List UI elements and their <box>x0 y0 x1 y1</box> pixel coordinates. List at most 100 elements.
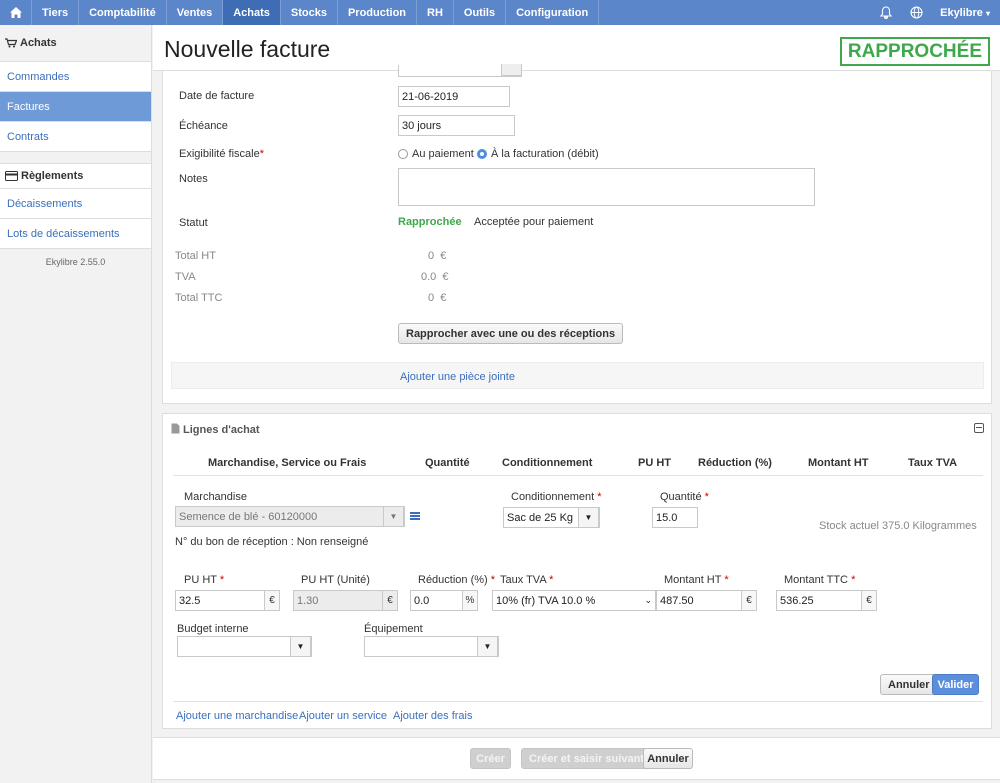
tva-value: 0.0 € <box>421 271 449 283</box>
packaging-label: Conditionnement * <box>511 491 602 503</box>
collapse-icon[interactable] <box>974 423 984 433</box>
sidebar-item-lots-decaissements[interactable]: Lots de décaissements <box>0 219 151 249</box>
sidebar-item-commandes[interactable]: Commandes <box>0 62 151 92</box>
chevron-down-icon[interactable]: ▼ <box>477 636 498 657</box>
tva-label: TVA <box>175 271 196 283</box>
user-name: Ekylibre <box>940 6 983 19</box>
purchase-lines-panel: Lignes d'achat Marchandise, Service ou F… <box>162 413 992 729</box>
total-ht-label: Total HT <box>175 250 216 262</box>
tax-radio-paiement[interactable]: Au paiement <box>398 148 474 160</box>
form-footer: Créer Créer et saisir suivant Annuler <box>153 737 1000 780</box>
pu-ht-label-text: PU HT <box>184 574 217 586</box>
vat-value: 10% (fr) TVA 10.0 % <box>496 594 596 607</box>
pu-unit-input: 1.30 <box>293 590 383 611</box>
list-icon[interactable] <box>410 512 420 521</box>
globe-icon[interactable] <box>901 0 932 25</box>
reconcile-button[interactable]: Rapprocher avec une ou des réceptions <box>398 323 624 344</box>
quantity-label: Quantité * <box>660 491 709 503</box>
required-marker: * <box>259 148 264 160</box>
notes-label: Notes <box>179 173 208 185</box>
lines-title: Lignes d'achat <box>171 423 260 436</box>
equipment-select[interactable]: ▼ <box>364 636 499 657</box>
amount-ht-label-text: Montant HT <box>664 574 722 586</box>
notes-textarea[interactable] <box>398 168 815 206</box>
nav-achats[interactable]: Achats <box>223 0 281 25</box>
vat-label-text: Taux TVA <box>500 574 547 586</box>
nav-rh[interactable]: RH <box>417 0 454 25</box>
add-product-link[interactable]: Ajouter une marchandise <box>176 710 298 722</box>
due-input[interactable]: 30 jours <box>398 115 515 136</box>
add-fees-link[interactable]: Ajouter des frais <box>393 710 472 722</box>
tax-label-text: Exigibilité fiscale <box>179 148 260 160</box>
invoice-date-input[interactable]: 21-06-2019 <box>398 86 510 107</box>
radio-dot-selected <box>477 149 487 159</box>
amount-ttc-input[interactable]: 536.25 <box>776 590 862 611</box>
sidebar-item-factures[interactable]: Factures <box>0 92 151 122</box>
invoice-form-panel: Date de facture 21-06-2019 Échéance 30 j… <box>162 64 992 404</box>
status-stamp: RAPPROCHÉE <box>839 37 990 66</box>
vat-label: Taux TVA * <box>500 574 553 586</box>
required-marker: * <box>851 574 856 586</box>
amount: 0 <box>428 250 435 262</box>
quantity-input[interactable]: 15.0 <box>652 507 698 528</box>
bell-icon[interactable] <box>870 0 901 25</box>
reduction-input[interactable]: 0.0 <box>410 590 463 611</box>
percent-addon: % <box>463 590 478 611</box>
currency-addon: € <box>265 590 280 611</box>
home-icon[interactable] <box>0 0 32 25</box>
reduction-label-text: Réduction (%) <box>418 574 488 586</box>
line-validate-button[interactable]: Valider <box>932 674 979 695</box>
product-select[interactable]: Semence de blé - 60120000 ▼ <box>175 506 405 527</box>
currency: € <box>440 292 447 304</box>
amount: 0 <box>428 292 435 304</box>
add-attachment-link[interactable]: Ajouter une pièce jointe <box>400 371 515 383</box>
tax-radio-facturation[interactable]: À la facturation (débit) <box>477 148 599 160</box>
packaging-select[interactable]: Sac de 25 Kg ▼ <box>503 507 600 528</box>
quantity-label-text: Quantité <box>660 491 702 503</box>
tax-label: Exigibilité fiscale* <box>179 148 264 160</box>
nav-stocks[interactable]: Stocks <box>281 0 338 25</box>
document-icon <box>171 423 180 434</box>
radio-label: Au paiement <box>412 148 474 160</box>
amount-ttc-label-text: Montant TTC <box>784 574 848 586</box>
chevron-down-icon[interactable]: ▼ <box>383 506 404 527</box>
user-menu[interactable]: Ekylibre ▾ <box>932 7 1000 19</box>
hidden-select[interactable] <box>398 64 522 77</box>
create-button[interactable]: Créer <box>470 748 511 769</box>
reception-info: N° du bon de réception : Non renseigné <box>175 536 369 548</box>
product-label: Marchandise <box>184 491 247 503</box>
add-service-link[interactable]: Ajouter un service <box>299 710 387 722</box>
required-marker: * <box>490 574 496 586</box>
required-marker: * <box>597 491 602 503</box>
nav-tiers[interactable]: Tiers <box>32 0 80 25</box>
radio-label: À la facturation (débit) <box>491 148 599 160</box>
page-title: Nouvelle facture <box>164 36 331 62</box>
app-version: Ekylibre 2.55.0 <box>45 257 106 267</box>
col-header-product: Marchandise, Service ou Frais <box>208 457 367 469</box>
total-ttc-label: Total TTC <box>175 292 223 304</box>
line-cancel-button[interactable]: Annuler <box>880 674 938 695</box>
nav-configuration[interactable]: Configuration <box>506 0 600 25</box>
nav-comptabilite[interactable]: Comptabilité <box>79 0 167 25</box>
nav-production[interactable]: Production <box>338 0 418 25</box>
total-ttc-value: 0 € <box>428 292 446 304</box>
sidebar-item-contrats[interactable]: Contrats <box>0 122 151 152</box>
chevron-down-icon[interactable]: ▼ <box>290 636 311 657</box>
sidebar-item-decaissements[interactable]: Décaissements <box>0 189 151 219</box>
cancel-button[interactable]: Annuler <box>643 748 693 769</box>
sidebar-spacer <box>0 152 151 164</box>
nav-ventes[interactable]: Ventes <box>167 0 224 25</box>
budget-select[interactable]: ▼ <box>177 636 312 657</box>
col-header-packaging: Conditionnement <box>502 457 593 469</box>
amount-ht-input[interactable]: 487.50 <box>656 590 742 611</box>
page-header: Nouvelle facture RAPPROCHÉE <box>153 25 1000 71</box>
vat-select[interactable]: 10% (fr) TVA 10.0 % ⌄ <box>492 590 656 611</box>
amount-ttc-label: Montant TTC * <box>784 574 855 586</box>
nav-outils[interactable]: Outils <box>454 0 507 25</box>
pu-unit-label: PU HT (Unité) <box>301 574 370 586</box>
amount: 0.0 <box>421 271 437 283</box>
sidebar-section-achats: Achats <box>0 25 151 62</box>
chevron-down-icon[interactable]: ▼ <box>578 507 599 528</box>
create-next-button[interactable]: Créer et saisir suivant <box>521 748 652 769</box>
pu-ht-input[interactable]: 32.5 <box>175 590 265 611</box>
